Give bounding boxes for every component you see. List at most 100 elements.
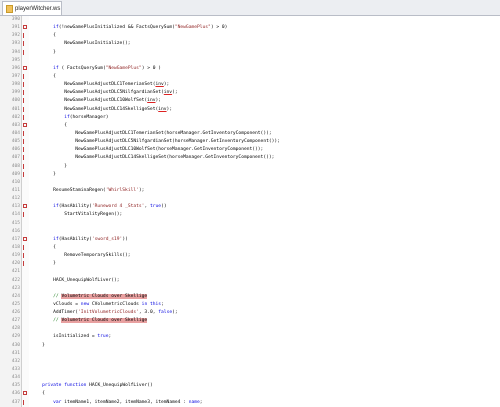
line-number: 410 — [11, 179, 20, 185]
code-line[interactable]: 435 private function HACK_UnequipWolfLiv… — [0, 382, 500, 390]
code-line[interactable]: 403 { — [0, 122, 500, 130]
code-line[interactable]: 393 NewGamePlusInitialize(); — [0, 40, 500, 48]
code-line[interactable]: 419 RemoveTemporarySkills(); — [0, 252, 500, 260]
code-line[interactable]: 425 vClouds = new CVolumetricClouds in t… — [0, 301, 500, 309]
code-line[interactable]: 408 } — [0, 163, 500, 171]
fold-toggle-icon[interactable] — [23, 122, 27, 127]
code-line[interactable]: 404 NewGamePlusAdjustDLC1TemerianSet(hor… — [0, 130, 500, 138]
code-line[interactable]: 421 — [0, 268, 500, 276]
code-line[interactable]: 431 — [0, 350, 500, 358]
code-token: NewGamePlusAdjustDLC1TemerianSet( — [31, 82, 156, 88]
code-line[interactable]: 432 — [0, 358, 500, 366]
code-line[interactable]: 390 — [0, 16, 500, 24]
fold-toggle-icon[interactable] — [23, 236, 27, 241]
code-line[interactable]: 424 // Volumetric Clouds over Skellige — [0, 293, 500, 301]
line-number: 426 — [11, 310, 20, 316]
code-token: )) — [122, 236, 128, 242]
code-line[interactable]: 399 NewGamePlusAdjustDLC5NilfgardianSet(… — [0, 89, 500, 97]
line-number: 406 — [11, 147, 20, 153]
code-token: } — [31, 49, 56, 55]
code-line[interactable]: 409 } — [0, 171, 500, 179]
code-line[interactable]: 406 NewGamePlusAdjustDLC10WolfSet(horseM… — [0, 146, 500, 154]
code-token: // — [31, 318, 62, 324]
code-text: isInitialized = true; — [31, 333, 111, 341]
code-line[interactable]: 417 if(HasAbility('sword_s19')) — [0, 236, 500, 244]
code-line[interactable]: 426 AddTimer('InitVolumetricClouds', 3.0… — [0, 309, 500, 317]
code-line[interactable]: 395 — [0, 57, 500, 65]
code-line[interactable]: 436 { — [0, 390, 500, 398]
code-text: private function HACK_UnequipWolfLiver() — [31, 382, 153, 390]
code-line[interactable]: 394 } — [0, 49, 500, 57]
code-line[interactable]: 418 { — [0, 244, 500, 252]
file-tab[interactable]: playerWitcher.ws — [2, 1, 62, 15]
code-token: } — [31, 342, 45, 348]
code-text: RemoveTemporarySkills(); — [31, 252, 130, 260]
line-number: 395 — [11, 57, 20, 63]
code-line[interactable]: 415 — [0, 220, 500, 228]
code-text: { — [31, 122, 67, 130]
code-token: AddTimer( — [31, 310, 79, 316]
code-token: HACK_UnequipWolfLiver() — [86, 383, 153, 389]
fold-toggle-icon[interactable] — [23, 391, 27, 396]
fold-line-icon — [23, 114, 27, 120]
code-token: 'InitVolumetricClouds' — [78, 310, 139, 316]
code-line[interactable]: 427 // Volumetric Clouds over Skellige — [0, 317, 500, 325]
code-line[interactable]: 392 { — [0, 32, 500, 40]
line-number: 394 — [11, 49, 20, 55]
code-token: ) > 0) — [210, 25, 228, 31]
fold-line-icon — [23, 130, 27, 136]
code-line[interactable]: 401 NewGamePlusAdjustDLC14SkelligeSet(in… — [0, 106, 500, 114]
code-line[interactable]: 397 { — [0, 73, 500, 81]
code-token: NewGamePlusAdjustDLC5NilfgardianSet( — [31, 90, 164, 96]
code-token: (HasAbility( — [58, 236, 92, 242]
code-line[interactable]: 391 if(!newGamePlusInitialized && FactsQ… — [0, 24, 500, 32]
fold-toggle-icon[interactable] — [23, 204, 27, 209]
code-line[interactable]: 433 — [0, 366, 500, 374]
code-line[interactable]: 414 StartVitalityRegen(); — [0, 211, 500, 219]
code-text: if(HasAbility('Runeword 4 _Stats', true)… — [31, 203, 166, 211]
code-token: itemName1, itemName2, itemName3, itemNam… — [61, 399, 189, 405]
fold-line-icon — [23, 33, 27, 39]
code-line[interactable]: 398 NewGamePlusAdjustDLC1TemerianSet(inv… — [0, 81, 500, 89]
code-text: AddTimer('InitVolumetricClouds', 3.0, fa… — [31, 309, 178, 317]
code-token: 'WhirlSkill' — [105, 187, 139, 193]
code-line[interactable]: 400 NewGamePlusAdjustDLC10WolfSet(inv); — [0, 97, 500, 105]
file-icon — [6, 4, 13, 13]
code-line[interactable]: 416 — [0, 228, 500, 236]
code-token: { — [31, 244, 56, 250]
code-token: "NewGamePlus" — [105, 65, 142, 71]
code-line[interactable]: 405 NewGamePlusAdjustDLC5NilfgardianSet(… — [0, 138, 500, 146]
line-number: 419 — [11, 253, 20, 259]
code-token: } — [31, 163, 67, 169]
code-line[interactable]: 407 NewGamePlusAdjustDLC14SkelligeSet(ho… — [0, 154, 500, 162]
code-token: name — [188, 399, 200, 405]
code-editor[interactable]: 390 391 if(!newGamePlusInitialized && Fac… — [0, 16, 500, 407]
code-line[interactable]: 429 isInitialized = true; — [0, 333, 500, 341]
code-token: CVolumetricClouds — [89, 301, 142, 307]
code-line[interactable]: 423 — [0, 285, 500, 293]
code-text: NewGamePlusAdjustDLC14SkelligeSet(horseM… — [31, 154, 274, 162]
code-line[interactable]: 428 — [0, 325, 500, 333]
code-line[interactable]: 411 ResumeStaminaRegen('WhirlSkill'); — [0, 187, 500, 195]
code-token: ); — [166, 106, 173, 112]
line-number: 408 — [11, 163, 20, 169]
code-line[interactable]: 434 — [0, 374, 500, 382]
code-line[interactable]: 422 HACK_UnequipWolfLiver(); — [0, 277, 500, 285]
file-tab-label: playerWitcher.ws — [15, 5, 61, 12]
code-token: NewGamePlusAdjustDLC5NilfgardianSet(hors… — [31, 139, 280, 145]
code-line[interactable]: 410 — [0, 179, 500, 187]
code-line[interactable]: 430 } — [0, 342, 500, 350]
code-line[interactable]: 437 var itemName1, itemName2, itemName3,… — [0, 399, 500, 407]
fold-toggle-icon[interactable] — [23, 25, 27, 30]
code-text: vClouds = new CVolumetricClouds in this; — [31, 301, 164, 309]
fold-toggle-icon[interactable] — [23, 65, 27, 70]
code-line[interactable]: 396 if ( FactsQuerySum("NewGamePlus") > … — [0, 65, 500, 73]
code-line[interactable]: 402 if(horseManager) — [0, 114, 500, 122]
code-text: } — [31, 260, 56, 268]
code-line[interactable]: 413 if(HasAbility('Runeword 4 _Stats', t… — [0, 203, 500, 211]
code-line[interactable]: 412 — [0, 195, 500, 203]
code-line[interactable]: 420 } — [0, 260, 500, 268]
